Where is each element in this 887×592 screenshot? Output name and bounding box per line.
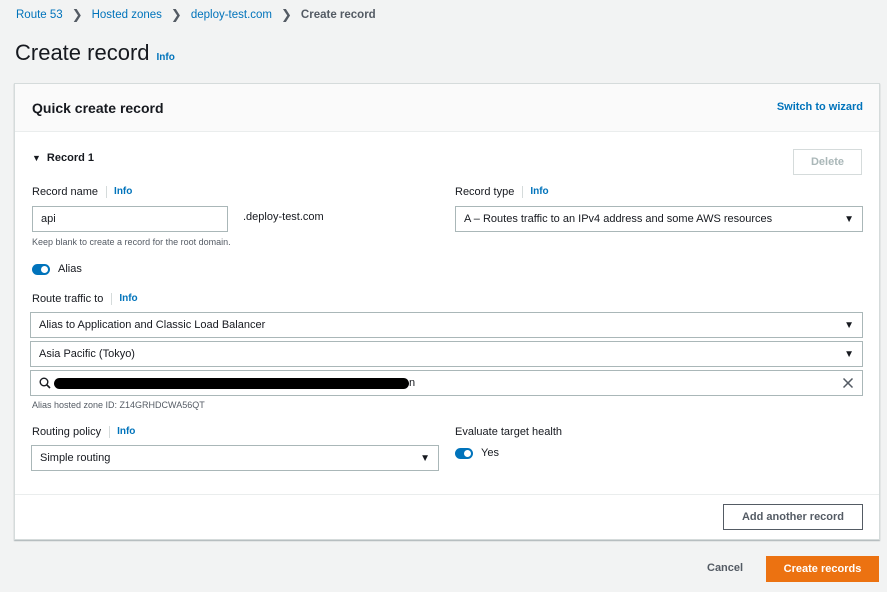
- breadcrumb: Route 53 ❯ Hosted zones ❯ deploy-test.co…: [16, 7, 376, 23]
- route-traffic-label: Route traffic to Info: [32, 293, 138, 305]
- delete-button[interactable]: Delete: [793, 149, 862, 175]
- record-1-toggle[interactable]: ▼ Record 1: [32, 152, 94, 164]
- alias-toggle[interactable]: [32, 263, 50, 275]
- chevron-right-icon: ❯: [170, 7, 182, 22]
- record-type-info-link[interactable]: Info: [522, 186, 549, 198]
- alias-label: Alias: [58, 263, 82, 275]
- routing-policy-value: Simple routing: [40, 452, 111, 464]
- add-another-record-button[interactable]: Add another record: [723, 504, 863, 530]
- route-traffic-info-link[interactable]: Info: [111, 293, 138, 305]
- close-icon[interactable]: [842, 377, 854, 389]
- evaluate-health-toggle[interactable]: [455, 447, 473, 459]
- load-balancer-search-input[interactable]: n: [30, 370, 863, 396]
- endpoint-type-value: Alias to Application and Classic Load Ba…: [39, 319, 266, 331]
- routing-policy-label-text: Routing policy: [32, 426, 102, 438]
- panel-divider: [15, 494, 879, 495]
- record-name-label-text: Record name: [32, 186, 99, 198]
- breadcrumb-hosted-zones[interactable]: Hosted zones: [92, 9, 162, 21]
- record-type-label: Record type Info: [455, 186, 549, 198]
- routing-policy-info-link[interactable]: Info: [109, 426, 135, 438]
- caret-down-icon: ▼: [844, 319, 854, 331]
- region-value: Asia Pacific (Tokyo): [39, 348, 135, 360]
- record-type-select[interactable]: A – Routes traffic to an IPv4 address an…: [455, 206, 863, 232]
- record-name-label: Record name Info: [32, 186, 132, 198]
- record-name-value: api: [41, 213, 56, 225]
- alias-toggle-row: Alias: [32, 263, 82, 275]
- panel-title: Quick create record: [32, 100, 164, 116]
- evaluate-health-value: Yes: [481, 447, 499, 459]
- region-select[interactable]: Asia Pacific (Tokyo) ▼: [30, 341, 863, 367]
- chevron-right-icon: ❯: [281, 7, 292, 22]
- breadcrumb-current: Create record: [300, 9, 376, 21]
- routing-policy-select[interactable]: Simple routing ▼: [31, 445, 439, 471]
- load-balancer-search-content: n: [39, 377, 415, 389]
- alias-zone-id: Alias hosted zone ID: Z14GRHDCWA56QT: [32, 400, 205, 410]
- caret-down-icon: ▼: [420, 452, 430, 464]
- search-icon: [39, 377, 51, 389]
- record-type-label-text: Record type: [455, 186, 515, 198]
- chevron-right-icon: ❯: [71, 7, 83, 22]
- breadcrumb-route53[interactable]: Route 53: [16, 9, 63, 21]
- record-name-hint: Keep blank to create a record for the ro…: [32, 237, 231, 247]
- cancel-button[interactable]: Cancel: [707, 562, 743, 574]
- page-info-link[interactable]: Info: [157, 52, 175, 63]
- record-name-input[interactable]: api: [32, 206, 228, 232]
- record-name-info-link[interactable]: Info: [106, 186, 132, 198]
- panel-header: Quick create record Switch to wizard: [15, 84, 879, 132]
- switch-to-wizard-link[interactable]: Switch to wizard: [777, 101, 863, 113]
- caret-down-icon: ▼: [844, 348, 854, 360]
- page-title: Create record Info: [15, 40, 175, 66]
- record-type-value: A – Routes traffic to an IPv4 address an…: [464, 213, 773, 225]
- endpoint-type-select[interactable]: Alias to Application and Classic Load Ba…: [30, 312, 863, 338]
- redacted-load-balancer: [54, 377, 409, 389]
- caret-down-icon: ▼: [844, 213, 854, 225]
- create-records-button[interactable]: Create records: [766, 556, 879, 582]
- evaluate-health-label: Evaluate target health: [455, 426, 563, 438]
- load-balancer-suffix: n: [409, 377, 416, 389]
- breadcrumb-zone[interactable]: deploy-test.com: [191, 9, 272, 21]
- evaluate-health-toggle-row: Yes: [455, 447, 499, 459]
- domain-suffix: .deploy-test.com: [243, 211, 324, 223]
- routing-policy-label: Routing policy Info: [32, 426, 135, 438]
- route-traffic-label-text: Route traffic to: [32, 293, 104, 305]
- caret-down-icon: ▼: [32, 153, 41, 163]
- record-1-title: Record 1: [46, 152, 94, 164]
- page-title-text: Create record: [15, 40, 150, 65]
